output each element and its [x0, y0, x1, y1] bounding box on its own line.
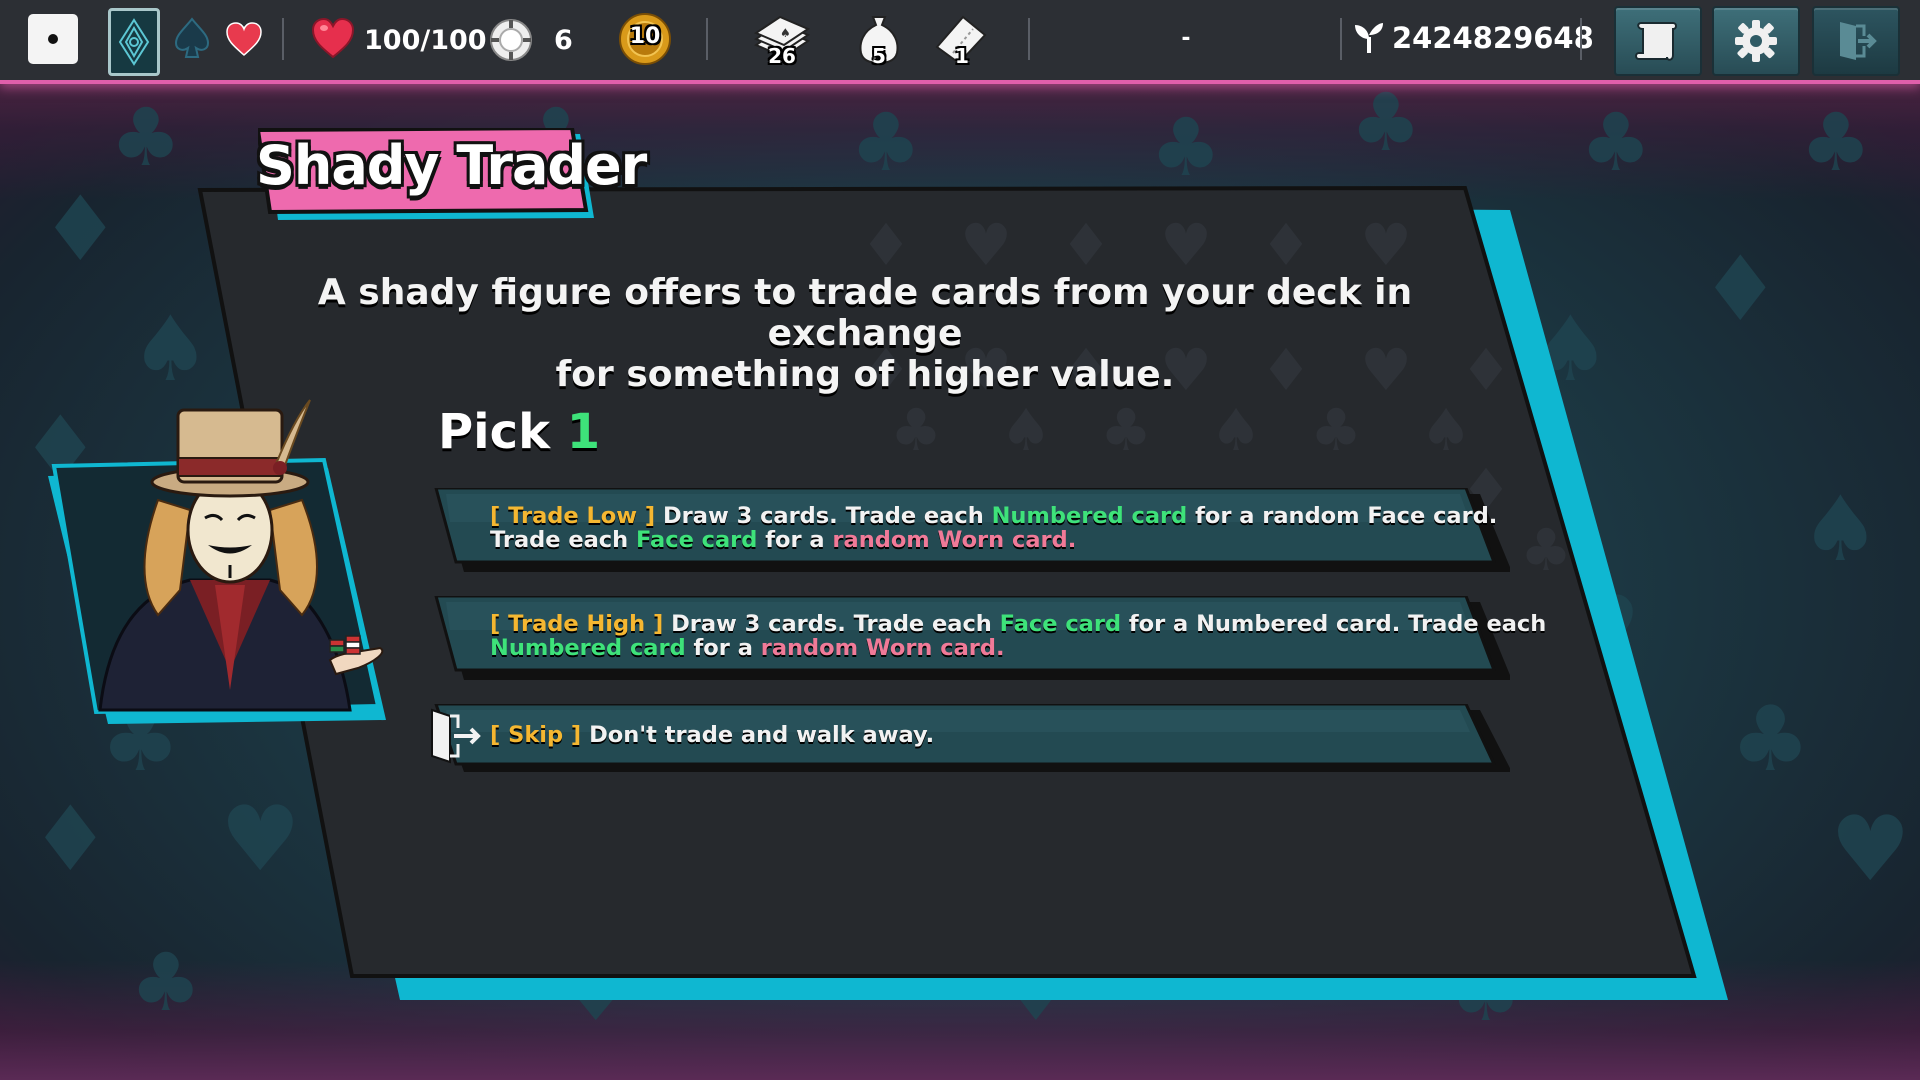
event-title: Shady Trader — [256, 134, 647, 197]
option-trade-low-tag: [ Trade Low ] — [490, 503, 656, 529]
option-text: for a — [757, 527, 833, 553]
option-text: Draw 3 cards. Trade each — [663, 611, 1000, 637]
health-heart-icon — [310, 16, 356, 60]
seed-sprout-icon — [1352, 20, 1386, 56]
scroll-button[interactable] — [1614, 6, 1702, 76]
option-trade-high-line-2: Numbered card for a random Worn card. — [490, 636, 1005, 661]
card-back-icon[interactable] — [108, 8, 160, 76]
svg-text:♣: ♣ — [1350, 76, 1422, 169]
option-text: for a random Face card. — [1187, 503, 1498, 529]
svg-text:♥: ♥ — [560, 946, 632, 1039]
option-text: for a Numbered card. Trade each — [1121, 611, 1547, 637]
svg-text:♦: ♦ — [1550, 787, 1631, 892]
svg-text:♠: ♠ — [780, 26, 791, 40]
separator — [282, 18, 284, 60]
event-description: A shady figure offers to trade cards fro… — [240, 272, 1490, 395]
ticket-count: 1 — [955, 44, 969, 68]
option-text: for a — [685, 635, 761, 661]
svg-text:♥: ♥ — [220, 787, 301, 892]
face-card-keyword: Face card — [999, 611, 1122, 637]
option-trade-low[interactable]: [ Trade Low ] Draw 3 cards. Trade each N… — [430, 488, 1510, 576]
scroll-icon — [1635, 22, 1677, 61]
separator — [706, 18, 708, 60]
svg-text:♦: ♦ — [1000, 946, 1072, 1039]
option-text: Trade each — [490, 527, 636, 553]
numbered-card-keyword: Numbered card — [490, 635, 686, 661]
spade-icon — [170, 16, 214, 60]
worn-card-keyword: random Worn card. — [760, 635, 1005, 661]
dice-icon[interactable] — [28, 14, 78, 64]
pick-label: Pick 1 — [438, 404, 600, 460]
svg-text:♠: ♠ — [130, 297, 211, 402]
svg-text:♠: ♠ — [1530, 297, 1611, 402]
option-skip[interactable]: [ Skip ] Don't trade and walk away. — [430, 704, 1510, 774]
event-description-line-1: A shady figure offers to trade cards fro… — [317, 272, 1413, 354]
svg-text:♦: ♦ — [1700, 237, 1781, 342]
numbered-card-keyword: Numbered card — [991, 503, 1188, 529]
separator — [1340, 18, 1342, 60]
option-text: Don't trade and walk away. — [581, 722, 935, 748]
svg-text:♦: ♦ — [40, 177, 121, 282]
svg-text:♣: ♣ — [1450, 946, 1522, 1039]
face-card-keyword: Face card — [636, 527, 758, 553]
svg-text:♥: ♥ — [1830, 797, 1911, 902]
exit-door-icon — [1840, 22, 1877, 60]
option-skip-tag: [ Skip ] — [490, 722, 582, 748]
option-skip-line: [ Skip ] Don't trade and walk away. — [490, 723, 934, 748]
middle-value: - — [1181, 25, 1191, 51]
svg-text:♣: ♣ — [130, 936, 202, 1029]
option-trade-low-line-1: [ Trade Low ] Draw 3 cards. Trade each N… — [490, 504, 1497, 529]
coin-value: 10 — [629, 24, 661, 49]
svg-text:♣: ♣ — [1150, 101, 1222, 194]
settings-button[interactable] — [1712, 6, 1800, 76]
worn-card-keyword: random Worn card. — [832, 527, 1077, 553]
health-value: 100/100 — [364, 24, 487, 56]
seed-value: 2424829648 — [1392, 21, 1594, 55]
svg-text:♣: ♣ — [1730, 687, 1811, 792]
option-trade-high-tag: [ Trade High ] — [490, 611, 664, 637]
deck-count: 26 — [768, 44, 796, 68]
exit-button[interactable] — [1812, 6, 1900, 76]
option-text: Draw 3 cards. Trade each — [655, 503, 992, 529]
option-trade-high[interactable]: [ Trade High ] Draw 3 cards. Trade each … — [430, 596, 1546, 684]
shady-trader-portrait — [48, 399, 386, 724]
chips-value: 6 — [554, 24, 573, 56]
separator — [1580, 18, 1582, 60]
option-trade-high-line-1: [ Trade High ] Draw 3 cards. Trade each … — [490, 612, 1546, 637]
pick-count: 1 — [566, 404, 601, 460]
svg-text:♦: ♦ — [30, 787, 111, 892]
svg-text:♣: ♣ — [1800, 96, 1872, 189]
separator — [1028, 18, 1030, 60]
svg-text:♣: ♣ — [110, 91, 182, 184]
pick-text: Pick — [438, 404, 551, 460]
svg-text:♣: ♣ — [850, 96, 922, 189]
gear-icon — [1735, 20, 1777, 62]
heart-suit-icon — [222, 18, 266, 60]
svg-text:♠: ♠ — [1800, 477, 1881, 582]
svg-text:♣: ♣ — [1580, 96, 1652, 189]
svg-text:♥: ♥ — [1560, 577, 1641, 682]
option-trade-low-line-2: Trade each Face card for a random Worn c… — [490, 528, 1076, 553]
bag-count: 5 — [872, 44, 886, 68]
poker-chip-icon — [488, 18, 534, 62]
top-bar: 100/100 6 10 ♠ 26 5 1 - 2424829648 — [0, 0, 1920, 84]
event-description-line-2: for something of higher value. — [555, 354, 1175, 395]
exit-door-icon — [431, 708, 481, 764]
